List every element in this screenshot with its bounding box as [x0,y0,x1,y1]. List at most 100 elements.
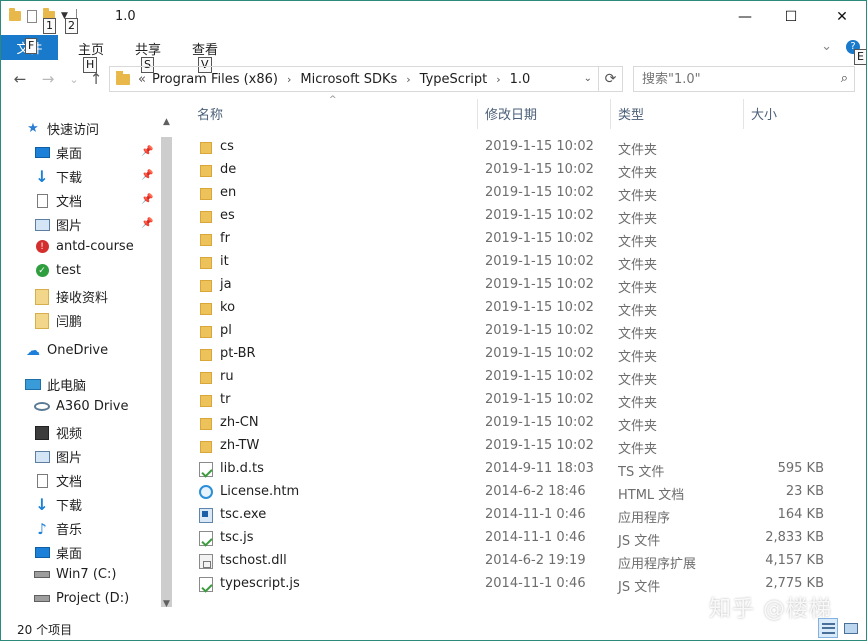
sidebar-item-pc-desktop[interactable]: 桌面 [34,543,82,562]
table-row[interactable]: fr 2019-1-15 10:02 文件夹 [187,228,835,251]
back-arrow-icon: ← [13,70,27,88]
sidebar-item-antd-course[interactable]: ! antd-course [34,239,134,254]
chevron-right-icon[interactable]: › [406,73,410,86]
sidebar-item-a360[interactable]: A360 Drive [34,399,129,414]
sidebar-item-drive-d[interactable]: Project (D:) [34,591,129,606]
file-type: 文件夹 [618,350,658,365]
table-row[interactable]: tsc.js 2014-11-1 0:46 JS 文件 2,833 KB [187,527,835,550]
sidebar-item-videos[interactable]: 视频 [34,423,82,442]
sidebar-item-label: 桌面 [56,147,83,162]
table-row[interactable]: ko 2019-1-15 10:02 文件夹 [187,297,835,320]
back-button[interactable]: ← [10,68,30,90]
table-row[interactable]: it 2019-1-15 10:02 文件夹 [187,251,835,274]
search-input[interactable] [642,68,827,90]
refresh-button[interactable]: ⟳ [598,67,622,91]
maximize-button[interactable]: ☐ [768,1,814,33]
table-row[interactable]: zh-TW 2019-1-15 10:02 文件夹 [187,435,835,458]
navigation-scrollbar[interactable]: ▲ ▼ [158,115,175,615]
sidebar-item-quick-access[interactable]: ★ 快速访问 [25,119,99,138]
chevron-right-icon[interactable]: › [496,73,500,86]
file-name: de [220,162,237,177]
table-row[interactable]: en 2019-1-15 10:02 文件夹 [187,182,835,205]
file-date: 2014-11-1 0:46 [485,530,586,545]
sidebar-item-drive-c[interactable]: Win7 (C:) [34,567,116,582]
sidebar-item-yanpeng[interactable]: 闫鹏 [34,311,82,330]
breadcrumb-item[interactable]: Program Files (x86) [152,72,278,87]
table-row[interactable]: pt-BR 2019-1-15 10:02 文件夹 [187,343,835,366]
column-header-date[interactable]: 修改日期 [475,97,610,129]
table-row[interactable]: es 2019-1-15 10:02 文件夹 [187,205,835,228]
sidebar-item-documents[interactable]: 文档 [34,191,82,210]
table-row[interactable]: lib.d.ts 2014-9-11 18:03 TS 文件 595 KB [187,458,835,481]
recent-locations-button[interactable]: ⌄ [64,68,84,90]
sidebar-item-label: 文档 [56,195,83,210]
sidebar-item-pc-documents[interactable]: 文档 [34,471,82,490]
column-header-name[interactable]: 名称 [187,97,477,129]
table-row[interactable]: ru 2019-1-15 10:02 文件夹 [187,366,835,389]
file-name: zh-TW [220,438,260,453]
properties-icon[interactable] [27,9,37,23]
file-name: cs [220,139,234,154]
search-box[interactable]: ⌕ [633,66,855,92]
details-view-button[interactable] [818,618,838,638]
large-icons-view-button[interactable] [841,618,861,638]
details-view-icon [821,622,835,634]
expand-ribbon-icon[interactable]: ⌄ [821,39,832,54]
document-icon [36,473,48,488]
file-date: 2019-1-15 10:02 [485,162,594,177]
close-button[interactable]: ✕ [819,1,865,33]
breadcrumb-item[interactable]: Microsoft SDKs [300,72,397,87]
sidebar-item-onedrive[interactable]: ☁ OneDrive [25,343,108,359]
up-arrow-icon: ↑ [89,70,103,88]
breadcrumb-item[interactable]: 1.0 [510,72,531,87]
file-size: 2,775 KB [765,576,824,591]
file-type: 文件夹 [618,327,658,342]
search-icon[interactable]: ⌕ [841,71,848,86]
column-header-type[interactable]: 类型 [608,97,743,129]
chevron-right-icon[interactable]: › [287,73,291,86]
folder-icon [200,418,212,430]
forward-button[interactable]: → [38,68,58,90]
file-name: lib.d.ts [220,461,264,476]
tab-home[interactable]: 主页 [78,39,104,58]
address-bar[interactable]: « Program Files (x86) › Microsoft SDKs ›… [109,66,623,92]
sidebar-item-label: antd-course [56,239,134,254]
sidebar-item-test[interactable]: ✓ test [34,263,81,278]
scroll-down-icon[interactable]: ▼ [158,599,175,609]
sidebar-item-desktop[interactable]: 桌面 [34,143,82,162]
folder-icon [9,8,21,21]
scroll-up-icon[interactable]: ▲ [158,117,175,127]
table-row[interactable]: tr 2019-1-15 10:02 文件夹 [187,389,835,412]
table-row[interactable]: zh-CN 2019-1-15 10:02 文件夹 [187,412,835,435]
sidebar-item-downloads[interactable]: ↓ 下载 [34,167,82,186]
sidebar-item-music[interactable]: ♪ 音乐 [34,519,82,539]
script-file-icon [199,462,213,477]
sidebar-item-label: test [56,263,81,278]
minimize-button[interactable]: — [722,1,768,33]
table-row[interactable]: cs 2019-1-15 10:02 文件夹 [187,136,835,159]
tab-share[interactable]: 共享 [135,39,161,58]
table-row[interactable]: de 2019-1-15 10:02 文件夹 [187,159,835,182]
address-dropdown-icon[interactable]: ⌄ [584,73,592,84]
sidebar-item-pc-downloads[interactable]: ↓ 下载 [34,495,82,514]
close-icon: ✕ [836,9,848,25]
sidebar-item-label: 闫鹏 [56,315,83,330]
table-row[interactable]: tschost.dll 2014-6-2 19:19 应用程序扩展 4,157 KB [187,550,835,573]
folder-icon [200,165,212,177]
sidebar-item-label: 此电脑 [47,379,87,394]
sidebar-item-this-pc[interactable]: 此电脑 [25,375,86,394]
column-header-size[interactable]: 大小 [741,97,833,129]
tab-view[interactable]: 查看 [192,39,218,58]
sidebar-item-pictures[interactable]: 图片 [34,215,82,234]
sidebar-item-pc-pictures[interactable]: 图片 [34,447,82,466]
scrollbar-thumb[interactable] [161,137,172,607]
table-row[interactable]: pl 2019-1-15 10:02 文件夹 [187,320,835,343]
breadcrumb-overflow[interactable]: « [138,72,146,87]
table-row[interactable]: ja 2019-1-15 10:02 文件夹 [187,274,835,297]
up-button[interactable]: ↑ [86,68,106,90]
file-type: JS 文件 [618,534,661,549]
table-row[interactable]: tsc.exe 2014-11-1 0:46 应用程序 164 KB [187,504,835,527]
table-row[interactable]: License.htm 2014-6-2 18:46 HTML 文档 23 KB [187,481,835,504]
sidebar-item-received[interactable]: 接收资料 [34,287,108,306]
breadcrumb-item[interactable]: TypeScript [420,72,488,87]
